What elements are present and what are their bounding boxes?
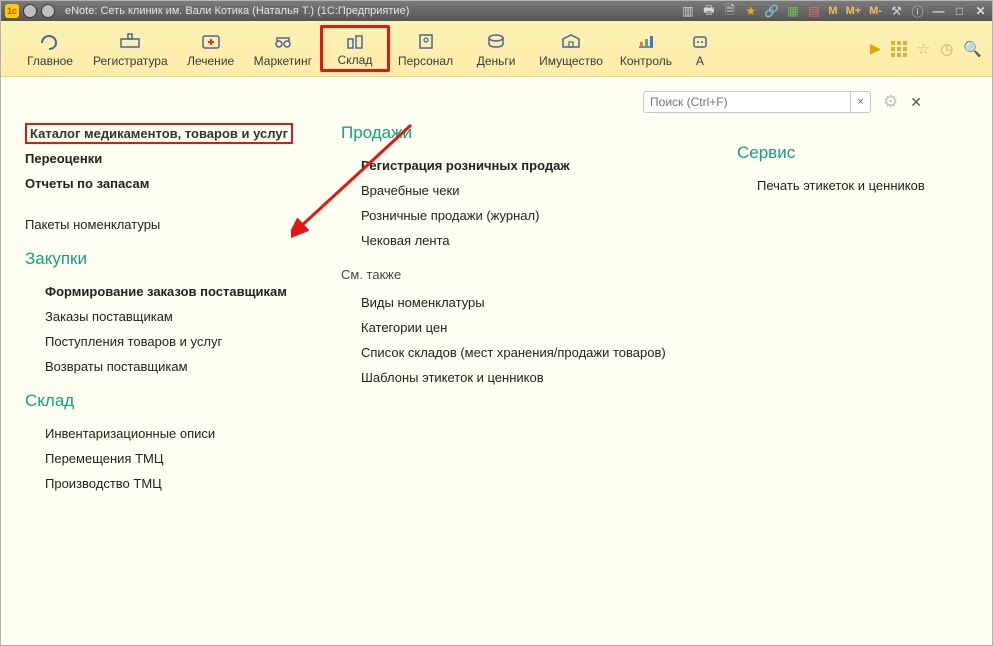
calendar-icon[interactable]: ▤ (806, 4, 821, 19)
group-sales: Продажи (341, 123, 721, 143)
right-column: Сервис Печать этикеток и ценников (737, 97, 968, 625)
nav-item-price-categories[interactable]: Категории цен (341, 317, 721, 338)
nav-item-warehouse-list[interactable]: Список складов (мест хранения/продажи то… (341, 342, 721, 363)
section-label: Персонал (398, 54, 453, 68)
section-label: Регистратура (93, 54, 168, 68)
search-bar: × ⚙ ✕ (643, 91, 922, 113)
section-registry[interactable]: Регистратура (85, 25, 176, 72)
section-label: Маркетинг (254, 54, 312, 68)
section-control[interactable]: Контроль (611, 25, 681, 72)
search-icon[interactable]: 🔍 (963, 40, 982, 58)
app-icon: 1c (5, 4, 19, 18)
group-service: Сервис (737, 143, 968, 163)
gear-icon[interactable]: ⚙ (883, 92, 898, 112)
link-icon[interactable]: 🔗 (764, 4, 779, 19)
titlebar-tools: ▥ 🖶 🗎 ★ 🔗 ▦ ▤ M M+ M- ⚒ ⓘ — □ ✕ (680, 4, 988, 19)
nav-item-receipt-tape[interactable]: Чековая лента (341, 230, 721, 251)
nav-item-form-supplier-orders[interactable]: Формирование заказов поставщикам (25, 281, 325, 302)
content-area: × ⚙ ✕ Каталог медикаментов, товаров и ус… (1, 77, 992, 645)
section-main[interactable]: Главное (15, 25, 85, 72)
section-label: Склад (338, 53, 373, 67)
nav-item-goods-movement[interactable]: Перемещения ТМЦ (25, 448, 325, 469)
registry-icon (118, 30, 142, 52)
assets-icon (559, 30, 583, 52)
nav-item-goods-receipt[interactable]: Поступления товаров и услуг (25, 331, 325, 352)
robot-icon (690, 30, 710, 52)
chart-icon (634, 30, 658, 52)
money-icon (484, 30, 508, 52)
sections: Главное Регистратура Лечение Маркетинг (15, 25, 711, 72)
doc-icon[interactable]: 🗎 (722, 4, 737, 19)
section-label: Имущество (539, 54, 603, 68)
search-clear-button[interactable]: × (850, 92, 870, 112)
nav-fwd-icon[interactable] (41, 4, 55, 18)
nav-item-print-labels[interactable]: Печать этикеток и ценников (737, 175, 968, 196)
tools-icon[interactable]: ⚒ (889, 4, 904, 19)
nav-back-icon[interactable] (23, 4, 37, 18)
nav-item-retail-journal[interactable]: Розничные продажи (журнал) (341, 205, 721, 226)
close-button[interactable]: ✕ (973, 4, 988, 19)
left-column: Каталог медикаментов, товаров и услуг Пе… (25, 97, 325, 625)
nav-item-catalog[interactable]: Каталог медикаментов, товаров и услуг (25, 123, 293, 144)
marketing-icon (271, 30, 295, 52)
group-purchases: Закупки (25, 249, 325, 269)
nav-item-inventory-lists[interactable]: Инвентаризационные описи (25, 423, 325, 444)
scroll-right-icon[interactable]: ▶ (870, 40, 881, 57)
favorites-icon[interactable]: ☆ (917, 40, 930, 58)
m-minus-button[interactable]: M- (868, 4, 883, 19)
app-window: 1c eNote: Сеть клиник им. Вали Котика (Н… (0, 0, 993, 646)
section-staff[interactable]: Персонал (390, 25, 461, 72)
search-input[interactable] (644, 95, 850, 109)
info-icon[interactable]: ⓘ (910, 4, 925, 19)
calc-icon[interactable]: ▦ (785, 4, 800, 19)
minimize-button[interactable]: — (931, 4, 946, 19)
section-marketing[interactable]: Маркетинг (246, 25, 320, 72)
section-money[interactable]: Деньги (461, 25, 531, 72)
preview-icon[interactable]: ▥ (680, 4, 695, 19)
section-label: Контроль (620, 54, 672, 68)
section-more[interactable]: А (681, 25, 711, 72)
m-button[interactable]: M (827, 4, 838, 19)
section-label: Деньги (477, 54, 516, 68)
history-icon[interactable]: ◷ (940, 40, 953, 58)
nav-item-nomenclature-packs[interactable]: Пакеты номенклатуры (25, 214, 325, 235)
nav-item-stock-reports[interactable]: Отчеты по запасам (25, 173, 325, 194)
search-box[interactable]: × (643, 91, 871, 113)
section-warehouse[interactable]: Склад (320, 25, 390, 72)
titlebar: 1c eNote: Сеть клиник им. Вали Котика (Н… (1, 1, 992, 21)
m-plus-button[interactable]: M+ (845, 4, 863, 19)
nav-item-doctor-checks[interactable]: Врачебные чеки (341, 180, 721, 201)
section-toolbar: Главное Регистратура Лечение Маркетинг (1, 21, 992, 77)
print-icon[interactable]: 🖶 (701, 4, 716, 19)
paperclip-icon (38, 30, 62, 52)
medkit-icon (199, 30, 223, 52)
nav-item-goods-production[interactable]: Производство ТМЦ (25, 473, 325, 494)
warehouse-icon (343, 30, 367, 51)
nav-item-revaluation[interactable]: Переоценки (25, 148, 325, 169)
window-title: eNote: Сеть клиник им. Вали Котика (Ната… (65, 5, 409, 17)
favorite-icon[interactable]: ★ (743, 4, 758, 19)
toolbar-right: ▶ ☆ ◷ 🔍 (870, 25, 982, 72)
section-treatment[interactable]: Лечение (176, 25, 246, 72)
nav-item-nomenclature-types[interactable]: Виды номенклатуры (341, 292, 721, 313)
panel-close-icon[interactable]: ✕ (910, 94, 922, 111)
section-assets[interactable]: Имущество (531, 25, 611, 72)
maximize-button[interactable]: □ (952, 4, 967, 19)
staff-icon (414, 30, 438, 52)
nav-item-label-templates[interactable]: Шаблоны этикеток и ценников (341, 367, 721, 388)
nav-item-supplier-returns[interactable]: Возвраты поставщикам (25, 356, 325, 377)
nav-item-supplier-orders[interactable]: Заказы поставщикам (25, 306, 325, 327)
apps-grid-icon[interactable] (891, 41, 907, 57)
section-label: А (696, 54, 704, 68)
middle-column: Продажи Регистрация розничных продаж Вра… (341, 97, 721, 625)
nav-item-retail-reg[interactable]: Регистрация розничных продаж (341, 155, 721, 176)
section-label: Лечение (187, 54, 234, 68)
group-see-also: См. также (341, 267, 721, 282)
section-label: Главное (27, 54, 73, 68)
group-warehouse: Склад (25, 391, 325, 411)
